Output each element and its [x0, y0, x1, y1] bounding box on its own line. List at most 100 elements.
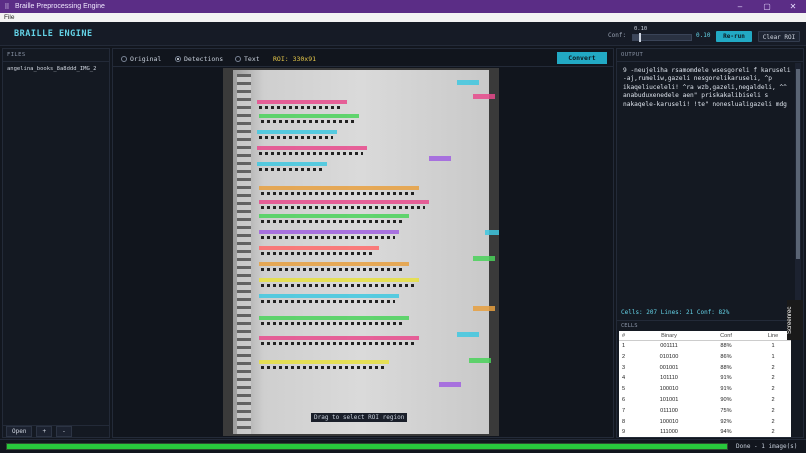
confidence-slider-handle[interactable] — [638, 33, 641, 42]
cell-line: 1 — [771, 353, 775, 360]
table-row[interactable]: 3 001001 88% 2 — [619, 363, 791, 374]
cell-conf: 86% — [720, 353, 732, 360]
table-row[interactable]: 6 101001 90% 2 — [619, 395, 791, 406]
window-title: Braille Preprocessing Engine — [15, 3, 105, 10]
mode-detections-label: Detections — [184, 55, 224, 63]
maximize-button[interactable]: ▢ — [754, 0, 780, 13]
table-row[interactable]: 9 111000 94% 2 — [619, 427, 791, 437]
confidence-slider[interactable] — [632, 33, 692, 42]
progress-bar — [6, 443, 728, 450]
braille-dots — [261, 284, 415, 287]
cell-binary: 011100 — [660, 407, 678, 414]
cell-line: 2 — [771, 418, 775, 425]
clear-roi-button[interactable]: Clear ROI — [758, 31, 800, 42]
cell-binary: 100010 — [659, 386, 679, 393]
braille-dots — [261, 322, 405, 325]
detection-box — [257, 162, 327, 166]
open-button[interactable]: Open — [6, 426, 33, 437]
cell-index: 5 — [622, 386, 626, 393]
cell-binary: 111000 — [660, 429, 678, 436]
detection-box — [457, 332, 479, 337]
table-row[interactable]: 2 010100 86% 1 — [619, 352, 791, 363]
output-scrollbar[interactable] — [795, 63, 801, 311]
table-row[interactable]: 1 001111 88% 1 — [619, 341, 791, 352]
cell-index: 7 — [622, 407, 626, 414]
file-item[interactable]: angelina_books_8a8ddd_IMG_2 — [3, 62, 109, 76]
app-header: BRAILLE ENGINE Conf: 0.10 0.10 Re-run Cl… — [0, 22, 806, 46]
col-line: Line — [767, 333, 779, 339]
detection-box — [473, 256, 495, 261]
braille-dots — [261, 206, 425, 209]
cell-index: 9 — [622, 429, 626, 436]
cell-conf: 94% — [720, 429, 732, 436]
detection-box — [485, 230, 499, 235]
image-view-panel: Original Detections Text ROI: 330x91 Con… — [112, 48, 614, 438]
radio-icon — [235, 56, 241, 62]
cell-index: 4 — [622, 375, 626, 382]
detection-box — [259, 262, 409, 266]
menu-file[interactable]: File — [4, 14, 14, 21]
detection-box — [259, 214, 409, 218]
cells-table[interactable]: # Binary Conf Line 1 001111 88% 1 2 010100 86%… — [619, 331, 791, 437]
rerun-button[interactable]: Re-run — [716, 31, 752, 42]
cell-conf: 91% — [720, 375, 732, 382]
output-text[interactable]: 9 -neujeliha rsamomdele wsesgoreli f kar… — [623, 67, 795, 109]
roi-size-label: ROI: 330x91 — [273, 55, 317, 63]
detection-canvas[interactable]: Drag to select ROI region — [223, 68, 499, 436]
table-row[interactable]: 7 011100 75% 2 — [619, 406, 791, 417]
files-panel: FILES angelina_books_8a8ddd_IMG_2 Open +… — [2, 48, 110, 438]
cells-panel-title: CELLS — [617, 320, 803, 331]
detection-box — [257, 146, 367, 150]
table-row[interactable]: 5 100010 91% 2 — [619, 384, 791, 395]
mode-text-radio[interactable]: Text — [235, 55, 260, 63]
cell-index: 6 — [622, 396, 626, 403]
detection-box — [257, 130, 337, 134]
braille-dots — [259, 152, 363, 155]
braille-dots — [259, 168, 323, 171]
view-toolbar: Original Detections Text ROI: 330x91 Con… — [113, 49, 613, 67]
cell-binary: 001001 — [659, 364, 679, 371]
confidence-value: 0.10 — [696, 32, 711, 39]
output-panel: OUTPUT 9 -neujeliha rsamomdele wsesgorel… — [616, 48, 804, 438]
cell-line: 2 — [771, 386, 775, 393]
notebook-spiral — [237, 74, 251, 434]
detection-box — [259, 360, 389, 364]
detection-box — [259, 246, 379, 250]
confidence-tick-label: 0.10 — [634, 26, 648, 32]
title-bar: ⠿ Braille Preprocessing Engine – ▢ ✕ — [0, 0, 806, 13]
cells-table-header: # Binary Conf Line — [619, 331, 791, 341]
braille-dots — [261, 220, 405, 223]
braille-icon: ⠿ — [4, 3, 10, 11]
detection-box — [257, 100, 347, 104]
status-text: Done - 1 image(s) — [736, 443, 798, 450]
table-row[interactable]: 8 100010 92% 2 — [619, 417, 791, 428]
files-panel-title: FILES — [3, 49, 109, 62]
minimize-button[interactable]: – — [727, 0, 753, 13]
output-stats: Cells: 207 Lines: 21 Conf: 82% — [621, 309, 730, 316]
cell-line: 2 — [771, 364, 775, 371]
cell-binary: 100010 — [659, 418, 679, 425]
radio-checked-icon — [175, 56, 181, 62]
remove-file-button[interactable]: - — [56, 426, 72, 437]
mode-detections-radio[interactable]: Detections — [175, 55, 223, 63]
cell-index: 2 — [622, 353, 626, 360]
add-file-button[interactable]: + — [36, 426, 53, 437]
cell-conf: 91% — [720, 386, 732, 393]
cell-binary: 101001 — [659, 396, 679, 403]
cell-line: 2 — [771, 375, 775, 382]
table-row[interactable]: 4 101110 91% 2 — [619, 373, 791, 384]
detection-box — [259, 186, 419, 190]
braille-dots — [261, 252, 375, 255]
files-footer: Open + - — [3, 425, 109, 437]
braille-dots — [261, 120, 355, 123]
convert-button[interactable]: Convert — [557, 52, 607, 64]
output-scrollbar-thumb[interactable] — [796, 69, 800, 259]
cell-line: 1 — [771, 343, 775, 349]
detection-box — [439, 382, 461, 387]
cell-line: 2 — [771, 407, 775, 414]
mode-original-radio[interactable]: Original — [121, 55, 161, 63]
detection-box — [259, 230, 399, 234]
detection-box — [259, 316, 409, 320]
close-button[interactable]: ✕ — [780, 0, 806, 13]
cell-conf: 90% — [720, 396, 732, 403]
